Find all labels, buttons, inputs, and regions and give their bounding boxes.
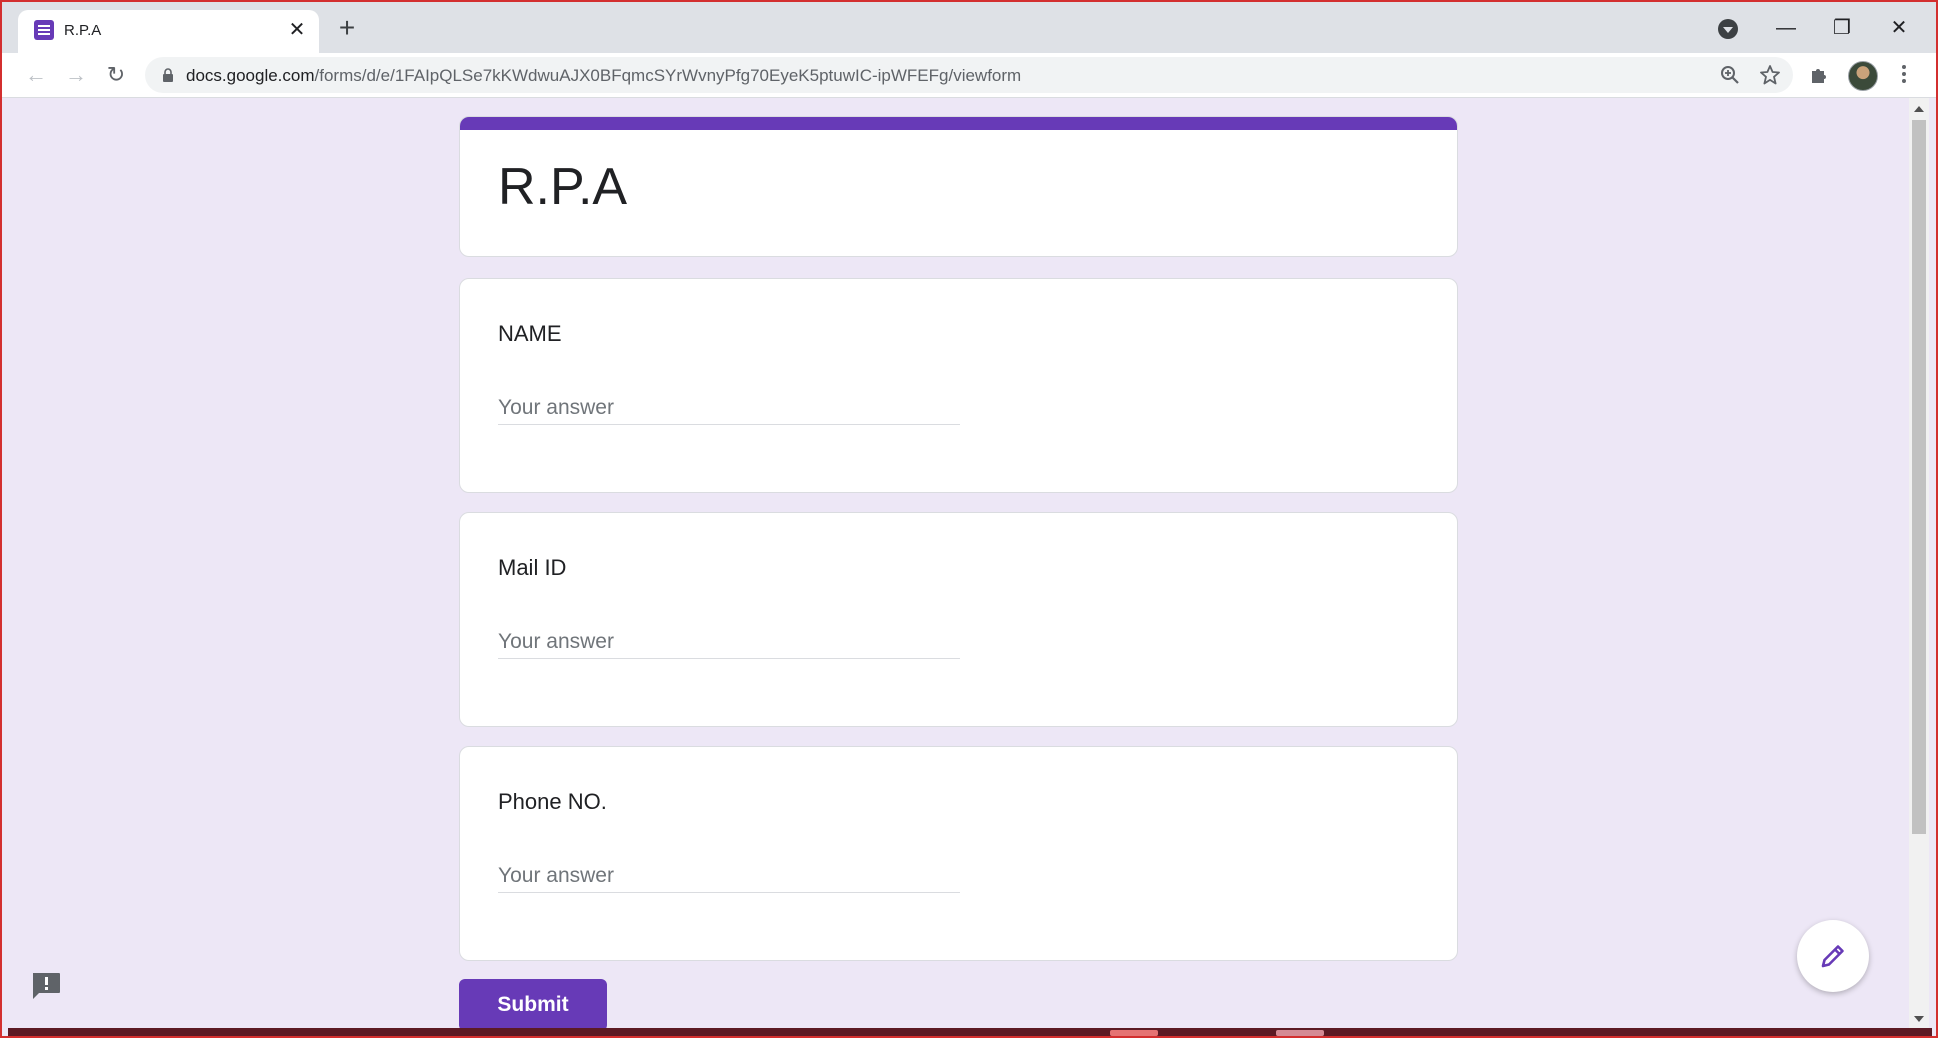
name-input[interactable] (498, 392, 960, 425)
google-forms-icon (34, 20, 54, 40)
phone-no-input[interactable] (498, 860, 960, 893)
pencil-icon (1821, 945, 1844, 968)
mail-id-input[interactable] (498, 626, 960, 659)
question-card-name: NAME (459, 278, 1458, 493)
scroll-down-arrow-icon[interactable] (1914, 1016, 1924, 1022)
avatar[interactable] (1848, 61, 1878, 91)
scroll-thumb[interactable] (1912, 120, 1926, 834)
close-window-button[interactable]: ✕ (1879, 10, 1919, 46)
browser-toolbar: ← → ↻ docs.google.com/forms/d/e/1FAIpQLS… (0, 53, 1938, 98)
question-title: Mail ID (498, 555, 567, 580)
menu-more-icon[interactable] (1892, 62, 1916, 88)
forward-icon[interactable]: → (60, 59, 92, 91)
taskbar (8, 1028, 1932, 1036)
scroll-up-arrow-icon[interactable] (1914, 106, 1924, 112)
page-scrollbar[interactable] (1909, 98, 1929, 1028)
accent-bar (460, 117, 1457, 130)
bookmark-star-icon[interactable] (1758, 63, 1782, 87)
reload-icon[interactable]: ↻ (100, 59, 132, 91)
address-bar[interactable]: docs.google.com/forms/d/e/1FAIpQLSe7kKWd… (145, 57, 1793, 93)
question-card-mail-id: Mail ID (459, 512, 1458, 727)
edit-fab-button[interactable] (1797, 920, 1869, 992)
form-page: R.P.A NAME Mail ID Phone NO. Submit (0, 98, 1908, 1031)
taskbar-app-icon[interactable] (1276, 1030, 1324, 1036)
question-card-phone-no: Phone NO. (459, 746, 1458, 961)
tab-close-icon[interactable]: ✕ (285, 18, 309, 42)
question-title: NAME (498, 321, 562, 346)
url-host: docs.google.com (186, 66, 315, 85)
restore-button[interactable]: ❐ (1822, 10, 1862, 46)
question-title: Phone NO. (498, 789, 607, 814)
url-text: docs.google.com/forms/d/e/1FAIpQLSe7kKWd… (186, 66, 1021, 86)
submit-button[interactable]: Submit (459, 979, 607, 1031)
lock-icon (163, 68, 173, 82)
form-header-card: R.P.A (459, 116, 1458, 257)
browser-tab[interactable]: R.P.A ✕ (18, 10, 319, 53)
zoom-icon[interactable] (1718, 63, 1742, 87)
tab-title: R.P.A (64, 22, 102, 39)
minimize-button[interactable]: — (1766, 10, 1806, 46)
extensions-puzzle-icon[interactable] (1808, 63, 1832, 87)
form-title: R.P.A (498, 158, 628, 216)
report-problem-icon[interactable] (30, 971, 62, 1001)
tab-search-icon[interactable] (1718, 19, 1738, 39)
new-tab-button[interactable]: + (333, 14, 361, 42)
back-icon[interactable]: ← (20, 59, 52, 91)
url-path: /forms/d/e/1FAIpQLSe7kKWdwuAJX0BFqmcSYrW… (314, 66, 1022, 85)
taskbar-app-icon[interactable] (1110, 1030, 1158, 1036)
tab-strip: R.P.A ✕ + — ❐ ✕ (0, 0, 1938, 53)
